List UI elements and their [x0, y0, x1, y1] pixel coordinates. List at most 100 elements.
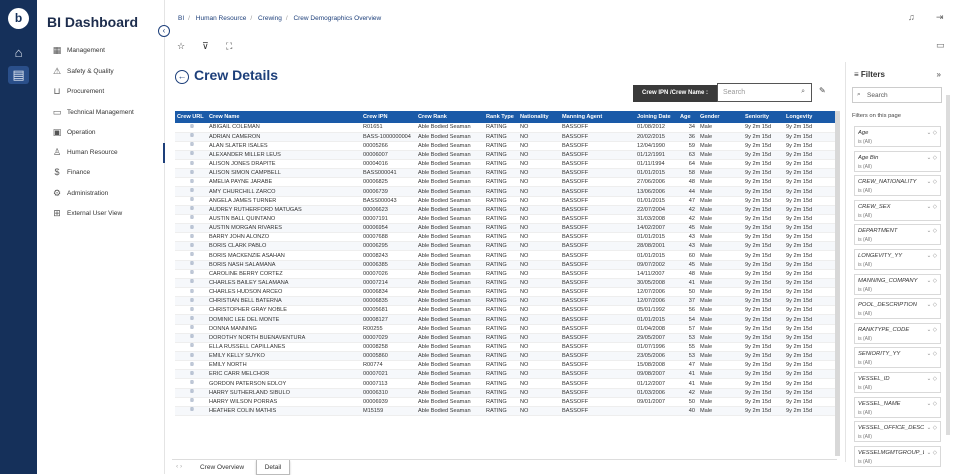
crew-url-icon[interactable]: ⦾	[175, 241, 207, 252]
table-row[interactable]: ⦾ ADRIAN CAMERON BASS-1000000004 Able Bodie…	[175, 132, 835, 142]
reports-icon[interactable]: ▤	[8, 66, 29, 84]
table-row[interactable]: ⦾ DONNA MANNING R00255 Able Bodied Seaman RA…	[175, 324, 835, 334]
column-header[interactable]: Seniority	[743, 111, 784, 123]
crew-url-icon[interactable]: ⦾	[175, 196, 207, 206]
crew-search-input[interactable]: Search ⌕	[717, 83, 812, 102]
sidebar-item-technical-management[interactable]: ▭ Technical Management	[37, 103, 165, 123]
table-row[interactable]: ⦾ CHARLES BAILEY SALAMANA 00007214 Able Bod…	[175, 278, 835, 289]
tab-detail[interactable]: Detail	[256, 460, 290, 475]
crew-url-icon[interactable]: ⦾	[175, 324, 207, 334]
crew-url-icon[interactable]: ⦾	[175, 296, 207, 307]
filter-card[interactable]: VESSEL_ID is (All) ⌄ ◇	[854, 372, 941, 393]
filter-search-input[interactable]: ⌕ Search	[852, 87, 942, 103]
crew-url-icon[interactable]: ⦾	[175, 388, 207, 398]
filter-card[interactable]: CREW_SEX is (All) ⌄ ◇	[854, 199, 941, 221]
crew-url-icon[interactable]: ⦾	[175, 141, 207, 151]
crew-url-icon[interactable]: ⦾	[175, 123, 207, 133]
breadcrumb-item[interactable]: BI	[178, 15, 184, 22]
table-row[interactable]: ⦾ BORIS MACKENZIE ASAHAN 00008243 Able Bodi…	[175, 250, 835, 261]
table-row[interactable]: ⦾ ELLA RUSSELL CAPILLANES 00008258 Able Bod…	[175, 342, 835, 353]
search-icon[interactable]: ⌕	[801, 88, 805, 96]
column-header[interactable]: Crew IPN	[361, 111, 416, 123]
filter-card[interactable]: CREW_NATIONALITY is (All) ⌄ ◇	[854, 175, 941, 197]
crew-url-icon[interactable]: ⦾	[175, 287, 207, 298]
table-row[interactable]: ⦾ BORIS CLARK PABLO 00006295 Able Bodied Se…	[175, 241, 835, 252]
column-header[interactable]: Rank Type	[484, 111, 518, 123]
table-row[interactable]: ⦾ CAROLINE BERRY CORTEZ 00007026 Able Bodie…	[175, 269, 835, 279]
crew-url-icon[interactable]: ⦾	[175, 214, 207, 225]
filter-card[interactable]: VESSEL_OFFICE_DESCR...is (All) ⌄ ◇	[854, 421, 941, 443]
table-row[interactable]: ⦾ ALEXANDER MILLER LEUS 00006007 Able Bodie…	[175, 150, 835, 161]
table-row[interactable]: ⦾ EMILY NORTH R00774 Able Bodied Seaman RATI…	[175, 360, 835, 371]
filter-card[interactable]: Age is (All) ⌄ ◇	[854, 126, 941, 147]
crew-url-icon[interactable]: ⦾	[175, 351, 207, 362]
column-header[interactable]: Crew Name	[207, 111, 361, 123]
filters-scrollbar[interactable]	[946, 95, 950, 435]
crew-url-icon[interactable]: ⦾	[175, 333, 207, 343]
crew-url-icon[interactable]: ⦾	[175, 406, 207, 417]
sidebar-item-finance[interactable]: $ Finance	[37, 163, 165, 183]
sidebar-item-operation[interactable]: ▣ Operation	[37, 123, 165, 143]
filter-card[interactable]: MANNING_COMPANY is (All) ⌄ ◇	[854, 273, 941, 295]
filter-funnel-icon[interactable]: ⊽	[202, 41, 209, 52]
table-row[interactable]: ⦾ ABIGAIL COLEMAN R01651 Able Bodied Seaman…	[175, 123, 835, 133]
chevron-down-icon[interactable]: ⌄ ◇	[927, 401, 937, 407]
filter-card[interactable]: LONGEVITY_YY is (All) ⌄ ◇	[854, 249, 941, 270]
back-arrow-icon[interactable]: ←	[175, 70, 189, 84]
chevron-down-icon[interactable]: ⌄ ◇	[927, 155, 937, 161]
sidebar-item-management[interactable]: ▦ Management	[37, 41, 165, 61]
crew-url-icon[interactable]: ⦾	[175, 232, 207, 243]
crew-url-icon[interactable]: ⦾	[175, 260, 207, 270]
sidebar-item-safety-quality[interactable]: ⚠ Safety & Quality	[37, 62, 165, 82]
sidebar-item-administration[interactable]: ⚙ Administration	[37, 184, 165, 204]
filter-card[interactable]: DEPARTMENT is (All) ⌄ ◇	[854, 224, 941, 246]
chevron-down-icon[interactable]: ⌄ ◇	[927, 376, 937, 382]
chevron-down-icon[interactable]: ⌄ ◇	[927, 302, 937, 308]
table-row[interactable]: ⦾ ALISON JONES DRAPITE 00004016 Able Bodied…	[175, 159, 835, 170]
filter-card[interactable]: RANKTYPE_CODE is (All) ⌄ ◇	[854, 322, 941, 344]
table-row[interactable]: ⦾ AMELIA PAYNE JARABE 00006825 Able Bodied …	[175, 177, 835, 188]
column-header[interactable]: Manning Agent	[560, 111, 635, 123]
table-row[interactable]: ⦾ DOMINIC LEE DEL MONTE 00008127 Able Bodie…	[175, 314, 835, 325]
crew-url-icon[interactable]: ⦾	[175, 177, 207, 188]
crew-url-icon[interactable]: ⦾	[175, 168, 207, 179]
chevron-down-icon[interactable]: ⌄ ◇	[927, 450, 937, 456]
table-row[interactable]: ⦾ ALAN SLATER ISALES 00005266 Able Bodied S…	[175, 141, 835, 151]
table-row[interactable]: ⦾ ERIC CARR MELCHOR 00007021 Able Bodied Se…	[175, 369, 835, 380]
crew-url-icon[interactable]: ⦾	[175, 369, 207, 380]
chevron-down-icon[interactable]: ⌄ ◇	[927, 204, 937, 210]
filter-card[interactable]: VESSELMGMTGROUP_D...is (All) ⌄ ◇	[854, 445, 941, 467]
crew-url-icon[interactable]: ⦾	[175, 186, 207, 197]
table-row[interactable]: ⦾ CHARLES HUDSON ARCEO 00006834 Able Bodied…	[175, 287, 835, 298]
breadcrumb-item[interactable]: Crewing	[258, 15, 282, 22]
column-header[interactable]: Crew URL	[175, 111, 207, 123]
crew-url-icon[interactable]: ⦾	[175, 378, 207, 389]
crew-url-icon[interactable]: ⦾	[175, 269, 207, 279]
filter-card[interactable]: Age Bin is (All) ⌄ ◇	[854, 150, 941, 172]
crew-url-icon[interactable]: ⦾	[175, 342, 207, 353]
chevron-down-icon[interactable]: ⌄ ◇	[927, 278, 937, 284]
breadcrumb-item[interactable]: Human Resource	[196, 15, 247, 22]
table-row[interactable]: ⦾ HARRY SUTHERLAND SIBULO 00006310 Able Bod…	[175, 388, 835, 398]
eraser-icon[interactable]: ✎	[819, 86, 826, 95]
bell-icon[interactable]: ♫	[908, 12, 915, 22]
chevron-down-icon[interactable]: ⌄ ◇	[927, 351, 937, 357]
crew-url-icon[interactable]: ⦾	[175, 397, 207, 407]
sidebar-item-external-user-view[interactable]: ⊞ External User View	[37, 204, 165, 224]
table-row[interactable]: ⦾ CHRISTIAN BELL BATERNA 00006835 Able Bodi…	[175, 296, 835, 307]
chevron-down-icon[interactable]: ⌄ ◇	[927, 253, 937, 259]
crew-url-icon[interactable]: ⦾	[175, 205, 207, 215]
crew-url-icon[interactable]: ⦾	[175, 223, 207, 234]
crew-url-icon[interactable]: ⦾	[175, 360, 207, 371]
chevron-down-icon[interactable]: ⌄ ◇	[927, 327, 937, 333]
column-header[interactable]: Joining Date	[635, 111, 678, 123]
filter-card[interactable]: POOL_DESCRIPTION is (All) ⌄ ◇	[854, 298, 941, 320]
chevron-down-icon[interactable]: ⌄ ◇	[927, 425, 937, 431]
table-row[interactable]: ⦾ BARRY JOHN ALONZO 00007688 Able Bodied Se…	[175, 232, 835, 243]
tab-nav-arrows[interactable]: ‹ ›	[176, 463, 182, 470]
collapse-filters-icon[interactable]: »	[937, 70, 941, 79]
logout-icon[interactable]: ⇥	[936, 12, 944, 23]
table-row[interactable]: ⦾ AMY CHURCHILL ZARCO 00006739 Able Bodied …	[175, 186, 835, 197]
filter-card[interactable]: SENIORITY_YY is (All) ⌄ ◇	[854, 347, 941, 369]
crew-url-icon[interactable]: ⦾	[175, 314, 207, 325]
